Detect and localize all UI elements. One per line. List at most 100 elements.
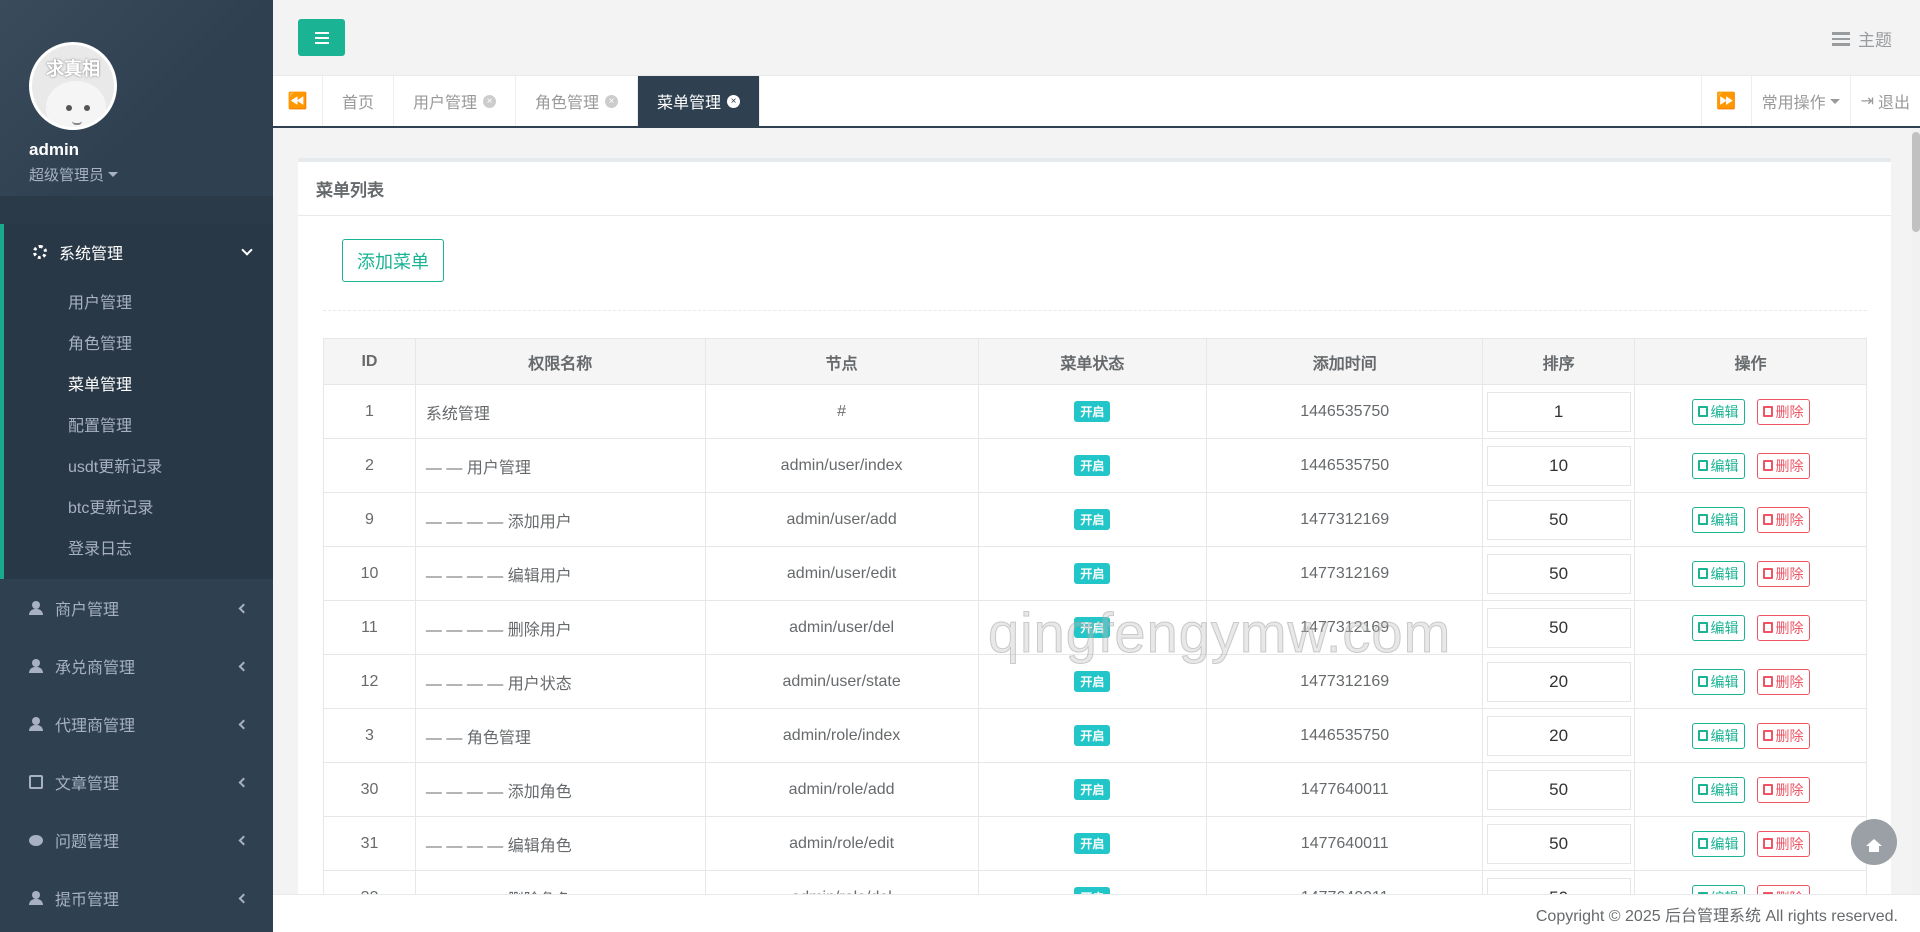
chevron-left-icon	[238, 719, 249, 729]
cell-actions: 编辑 删除	[1634, 816, 1867, 871]
close-icon[interactable]: ×	[605, 94, 619, 108]
cell-node: admin/user/index	[704, 438, 979, 493]
edit-icon	[1697, 676, 1708, 687]
delete-button[interactable]: 删除	[1756, 668, 1810, 695]
profile-panel: 求真相 admin 超级管理员	[0, 0, 273, 196]
edit-button[interactable]: 编辑	[1691, 452, 1745, 479]
edit-button[interactable]: 编辑	[1691, 830, 1745, 857]
user-role-dropdown[interactable]: 超级管理员	[29, 164, 273, 185]
nav-group-merchants[interactable]: 商户管理	[0, 579, 273, 637]
tab-home[interactable]: 首页	[323, 76, 395, 126]
cell-node: admin/role/index	[704, 708, 979, 763]
sidebar-item-btc-log[interactable]: btc更新记录	[4, 485, 273, 526]
cell-node: admin/user/add	[704, 492, 979, 547]
sort-input[interactable]: 1	[1486, 391, 1631, 432]
user-icon	[29, 717, 43, 731]
home-icon	[1866, 838, 1882, 852]
sidebar-item-config[interactable]: 配置管理	[4, 403, 273, 444]
cell-time: 1446535750	[1206, 708, 1484, 763]
sort-input[interactable]: 20	[1486, 715, 1631, 756]
sort-input[interactable]: 50	[1486, 499, 1631, 540]
edit-button[interactable]: 编辑	[1691, 722, 1745, 749]
chevron-left-icon	[238, 603, 249, 613]
column-header-node: 节点	[704, 338, 979, 385]
nav-group-withdrawals[interactable]: 提币管理	[0, 869, 273, 927]
delete-button[interactable]: 删除	[1756, 830, 1810, 857]
cell-status: 开启	[977, 546, 1208, 601]
sort-input[interactable]: 20	[1486, 661, 1631, 702]
logout-button[interactable]: ⇥ 退出	[1849, 76, 1920, 126]
close-icon[interactable]: ×	[483, 94, 497, 108]
gear-icon	[33, 245, 47, 259]
delete-button[interactable]: 删除	[1756, 614, 1810, 641]
delete-button[interactable]: 删除	[1756, 398, 1810, 425]
tab-menus[interactable]: 菜单管理 ×	[638, 76, 761, 126]
cell-sort: 10	[1482, 438, 1636, 493]
user-name: admin	[29, 140, 80, 159]
close-icon[interactable]: ×	[727, 94, 741, 108]
caret-down-icon	[108, 172, 119, 177]
edit-button[interactable]: 编辑	[1691, 884, 1745, 894]
delete-button[interactable]: 删除	[1756, 776, 1810, 803]
tab-scroll-right-button[interactable]: ⏩	[1700, 76, 1751, 126]
sidebar-item-roles[interactable]: 角色管理	[4, 321, 273, 362]
delete-button[interactable]: 删除	[1756, 560, 1810, 587]
cell-name: — — — — 编辑用户	[414, 546, 706, 601]
sort-input[interactable]: 50	[1486, 877, 1631, 894]
sort-input[interactable]: 10	[1486, 445, 1631, 486]
delete-button[interactable]: 删除	[1756, 722, 1810, 749]
table-row: 3— — 角色管理 admin/role/index 开启 1446535750 20 编…	[323, 708, 1867, 763]
edit-icon	[1697, 784, 1708, 795]
common-ops-label: 常用操作	[1761, 95, 1826, 112]
edit-button[interactable]: 编辑	[1691, 398, 1745, 425]
delete-button[interactable]: 删除	[1756, 506, 1810, 533]
sidebar-item-usdt-log[interactable]: usdt更新记录	[4, 444, 273, 485]
cell-sort: 50	[1482, 816, 1636, 871]
nav-group-agents[interactable]: 代理商管理	[0, 695, 273, 753]
edit-button[interactable]: 编辑	[1691, 560, 1745, 587]
sidebar-item-login-log[interactable]: 登录日志	[4, 526, 273, 567]
cell-time: 1477640011	[1206, 816, 1484, 871]
nav-group-articles[interactable]: 文章管理	[0, 753, 273, 811]
edit-icon	[1697, 514, 1708, 525]
tab-roles[interactable]: 角色管理 ×	[516, 76, 639, 126]
status-badge: 开启	[1074, 887, 1111, 894]
page-scrollbar-thumb[interactable]	[1912, 132, 1920, 232]
sort-input[interactable]: 50	[1486, 769, 1631, 810]
theme-button[interactable]: 主题	[1832, 26, 1892, 51]
cell-node: admin/role/add	[704, 762, 979, 817]
hamburger-icon-line	[314, 41, 329, 44]
edit-button[interactable]: 编辑	[1691, 668, 1745, 695]
back-home-button[interactable]	[1851, 819, 1897, 865]
page-scrollbar[interactable]	[1912, 128, 1920, 932]
edit-icon	[1697, 622, 1708, 633]
sort-input[interactable]: 50	[1486, 607, 1631, 648]
sidebar-toggle-button[interactable]	[298, 19, 345, 56]
edit-button[interactable]: 编辑	[1691, 614, 1745, 641]
cell-name: — — — — 添加用户	[414, 492, 706, 547]
table-header-row: ID 权限名称 节点 菜单状态 添加时间 排序 操作	[323, 338, 1867, 385]
sort-input[interactable]: 50	[1486, 823, 1631, 864]
delete-label: 删除	[1775, 511, 1804, 528]
cell-status: 开启	[977, 384, 1208, 439]
add-menu-button[interactable]: 添加菜单	[342, 239, 444, 282]
nav-group-acceptors[interactable]: 承兑商管理	[0, 637, 273, 695]
avatar[interactable]: 求真相	[29, 42, 117, 130]
nav-group-label: 承兑商管理	[55, 660, 136, 677]
sidebar-item-users[interactable]: 用户管理	[4, 280, 273, 321]
delete-label: 删除	[1775, 835, 1804, 852]
tab-scroll-left-button[interactable]: ⏪	[273, 76, 323, 126]
sort-input[interactable]: 50	[1486, 553, 1631, 594]
edit-label: 编辑	[1710, 457, 1739, 474]
edit-button[interactable]: 编辑	[1691, 506, 1745, 533]
sidebar-item-menus[interactable]: 菜单管理	[4, 362, 273, 403]
tab-users[interactable]: 用户管理 ×	[394, 76, 517, 126]
nav-group-system-header[interactable]: 系统管理	[4, 224, 273, 280]
cell-status: 开启	[977, 816, 1208, 871]
nav-group-questions[interactable]: 问题管理	[0, 811, 273, 869]
edit-button[interactable]: 编辑	[1691, 776, 1745, 803]
common-ops-dropdown[interactable]: 常用操作	[1750, 76, 1850, 126]
delete-button[interactable]: 删除	[1756, 884, 1810, 894]
avatar-text: 求真相	[46, 59, 100, 79]
delete-button[interactable]: 删除	[1756, 452, 1810, 479]
